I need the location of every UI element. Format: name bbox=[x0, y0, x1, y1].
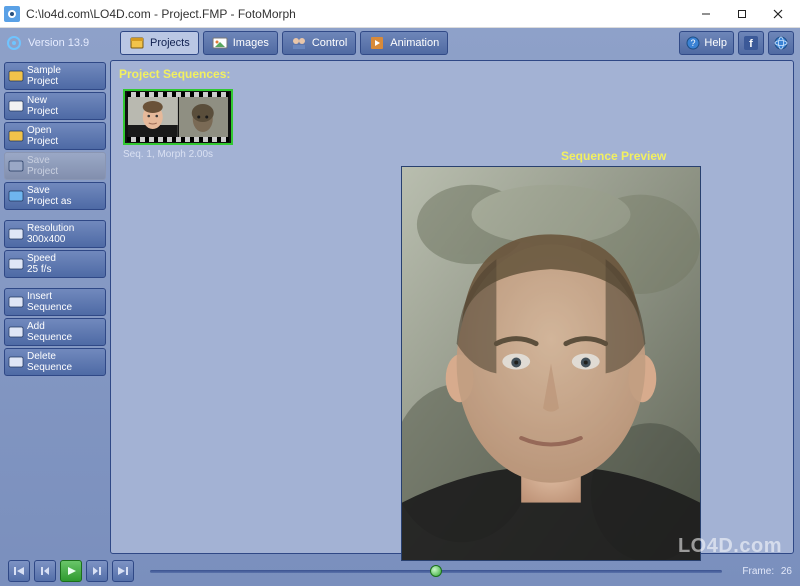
play-icon bbox=[65, 565, 77, 577]
first-frame-button[interactable] bbox=[8, 560, 30, 582]
facebook-button[interactable]: f bbox=[738, 31, 764, 55]
tab-label: Projects bbox=[150, 37, 190, 49]
sidebar-item-label: Delete Sequence bbox=[27, 351, 72, 373]
sidebar-new-project[interactable]: New Project bbox=[4, 92, 106, 120]
app-icon bbox=[4, 6, 20, 22]
top-toolbar: Version 13.9 Projects Images Control Animat… bbox=[0, 28, 800, 58]
sidebar-item-icon bbox=[8, 256, 24, 272]
sidebar-item-icon bbox=[8, 354, 24, 370]
filmstrip-frame bbox=[123, 89, 233, 145]
svg-text:f: f bbox=[749, 38, 753, 50]
sidebar-delete-sequence[interactable]: Delete Sequence bbox=[4, 348, 106, 376]
help-label: Help bbox=[704, 37, 727, 49]
window-title: C:\lo4d.com\LO4D.com - Project.FMP - Fot… bbox=[26, 7, 688, 21]
frame-readout: Frame: 26 bbox=[742, 566, 792, 577]
projects-icon bbox=[129, 35, 145, 51]
sidebar-item-label: Resolution 300x400 bbox=[27, 223, 74, 245]
control-icon bbox=[291, 35, 307, 51]
playback-bar: Frame: 26 bbox=[0, 556, 800, 586]
sidebar: Sample Project New Project Open Project Sav… bbox=[0, 58, 110, 556]
tab-bar: Projects Images Control Animation bbox=[120, 31, 448, 55]
version-badge[interactable]: Version 13.9 bbox=[6, 35, 89, 51]
sidebar-item-icon bbox=[8, 68, 24, 84]
sidebar-open-project[interactable]: Open Project bbox=[4, 122, 106, 150]
tab-label: Control bbox=[312, 37, 347, 49]
web-button[interactable] bbox=[768, 31, 794, 55]
sidebar-insert-sequence[interactable]: Insert Sequence bbox=[4, 288, 106, 316]
last-frame-button[interactable] bbox=[112, 560, 134, 582]
filmstrip-image-b bbox=[179, 97, 229, 137]
facebook-icon: f bbox=[744, 36, 758, 50]
close-button[interactable] bbox=[760, 2, 796, 26]
animation-icon bbox=[369, 35, 385, 51]
sidebar-item-label: Add Sequence bbox=[27, 321, 72, 343]
content-panel: Project Sequences: bbox=[110, 60, 794, 554]
preview-title: Sequence Preview bbox=[561, 149, 666, 163]
sequence-thumbnail[interactable]: Seq. 1, Morph 2.00s bbox=[123, 89, 233, 160]
version-label: Version 13.9 bbox=[28, 37, 89, 49]
tab-label: Animation bbox=[390, 37, 439, 49]
slider-handle[interactable] bbox=[430, 565, 442, 577]
skip-end-icon bbox=[117, 565, 129, 577]
globe-icon bbox=[774, 36, 788, 50]
sidebar-item-label: Save Project as bbox=[27, 185, 71, 207]
sidebar-save-project-as[interactable]: Save Project as bbox=[4, 182, 106, 210]
sidebar-gap bbox=[4, 280, 106, 288]
sidebar-gap bbox=[4, 212, 106, 220]
filmstrip-image-a bbox=[128, 97, 178, 137]
sidebar-item-icon bbox=[8, 294, 24, 310]
sidebar-item-label: Insert Sequence bbox=[27, 291, 72, 313]
sidebar-item-label: Speed 25 f/s bbox=[27, 253, 56, 275]
sidebar-item-label: Open Project bbox=[27, 125, 58, 147]
frame-label-text: Frame: bbox=[742, 566, 774, 577]
sidebar-item-label: New Project bbox=[27, 95, 58, 117]
step-back-icon bbox=[39, 565, 51, 577]
tab-control[interactable]: Control bbox=[282, 31, 356, 55]
help-icon: ? bbox=[686, 36, 700, 50]
play-button[interactable] bbox=[60, 560, 82, 582]
window-controls bbox=[688, 2, 796, 26]
step-forward-icon bbox=[91, 565, 103, 577]
tab-label: Images bbox=[233, 37, 269, 49]
sequence-preview[interactable] bbox=[401, 166, 701, 561]
help-button[interactable]: ? Help bbox=[679, 31, 734, 55]
sidebar-item-icon bbox=[8, 188, 24, 204]
frame-slider[interactable] bbox=[150, 567, 722, 575]
main-row: Sample Project New Project Open Project Sav… bbox=[0, 58, 800, 556]
sidebar-item-icon bbox=[8, 158, 24, 174]
svg-text:?: ? bbox=[691, 38, 696, 48]
next-frame-button[interactable] bbox=[86, 560, 108, 582]
sidebar-speed-25-f-s[interactable]: Speed 25 f/s bbox=[4, 250, 106, 278]
sidebar-item-icon bbox=[8, 128, 24, 144]
skip-start-icon bbox=[13, 565, 25, 577]
maximize-button[interactable] bbox=[724, 2, 760, 26]
sidebar-item-icon bbox=[8, 226, 24, 242]
tab-images[interactable]: Images bbox=[203, 31, 278, 55]
images-icon bbox=[212, 35, 228, 51]
sidebar-save-project: Save Project bbox=[4, 152, 106, 180]
tab-animation[interactable]: Animation bbox=[360, 31, 448, 55]
top-right-buttons: ? Help f bbox=[679, 31, 794, 55]
sidebar-gap bbox=[4, 378, 106, 386]
minimize-button[interactable] bbox=[688, 2, 724, 26]
sidebar-item-label: Sample Project bbox=[27, 65, 61, 87]
sidebar-item-icon bbox=[8, 98, 24, 114]
sidebar-add-sequence[interactable]: Add Sequence bbox=[4, 318, 106, 346]
frame-value: 26 bbox=[781, 566, 792, 577]
window-titlebar: C:\lo4d.com\LO4D.com - Project.FMP - Fot… bbox=[0, 0, 800, 28]
sidebar-resolution-300x400[interactable]: Resolution 300x400 bbox=[4, 220, 106, 248]
app-body: Version 13.9 Projects Images Control Animat… bbox=[0, 28, 800, 586]
sequence-caption: Seq. 1, Morph 2.00s bbox=[123, 149, 233, 160]
prev-frame-button[interactable] bbox=[34, 560, 56, 582]
sidebar-item-label: Save Project bbox=[27, 155, 58, 177]
panel-title: Project Sequences: bbox=[119, 67, 230, 81]
sidebar-sample-project[interactable]: Sample Project bbox=[4, 62, 106, 90]
gear-icon bbox=[6, 35, 22, 51]
sidebar-item-icon bbox=[8, 324, 24, 340]
tab-projects[interactable]: Projects bbox=[120, 31, 199, 55]
